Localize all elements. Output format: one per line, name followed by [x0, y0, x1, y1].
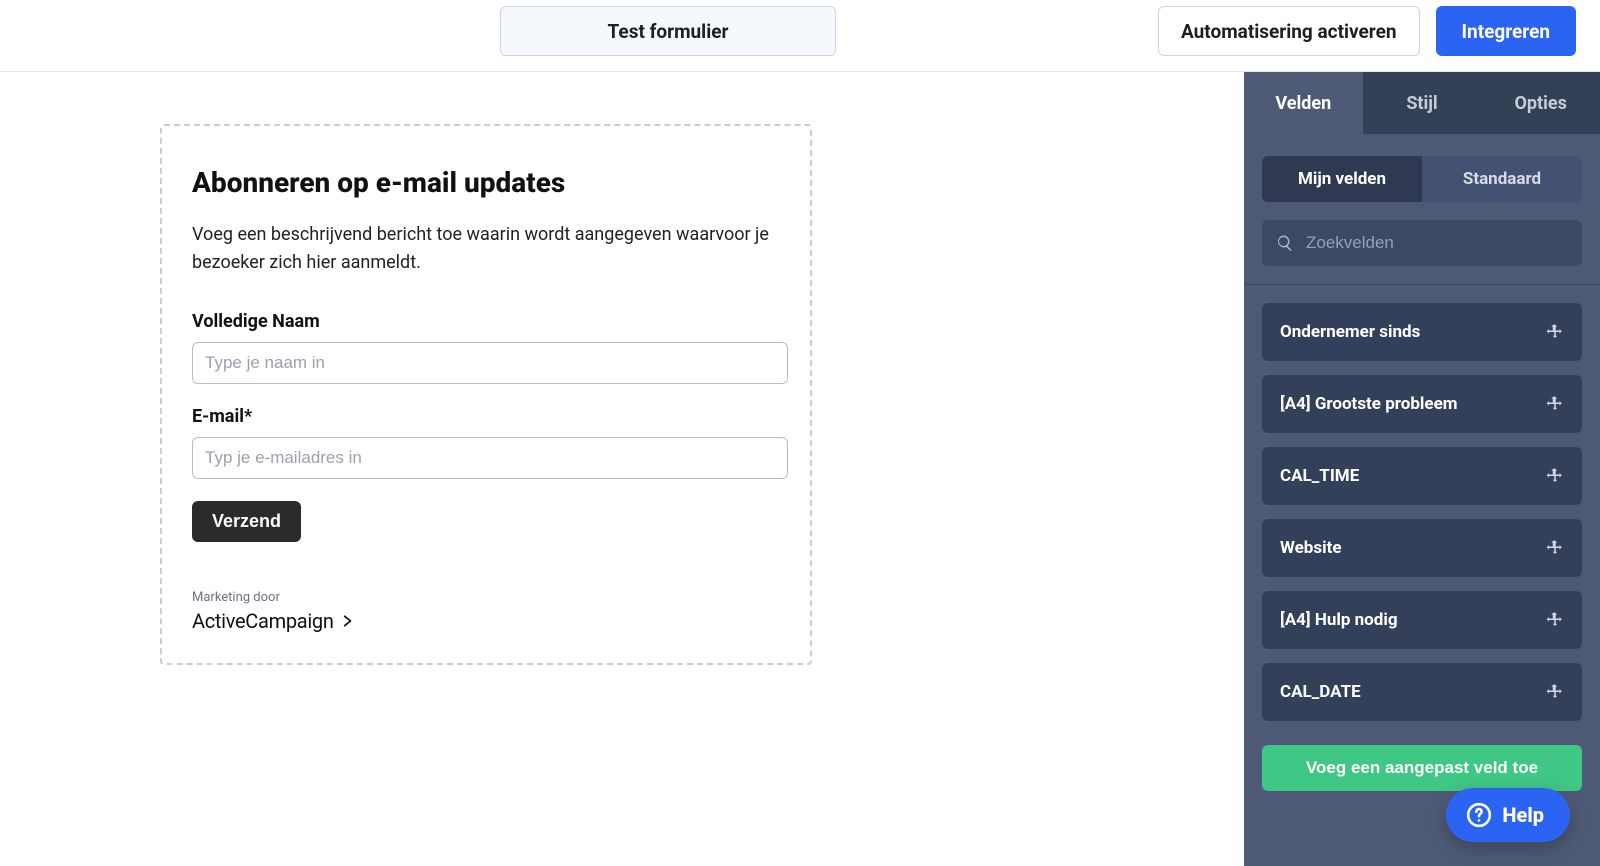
- move-icon: [1546, 539, 1564, 557]
- integrate-button[interactable]: Integreren: [1436, 6, 1577, 56]
- field-item-label: Ondernemer sinds: [1280, 322, 1420, 342]
- topbar: Test formulier Automatisering activeren …: [0, 0, 1600, 72]
- available-fields-list: Ondernemer sinds [A4] Grootste probleem …: [1244, 303, 1600, 721]
- email-input[interactable]: [192, 437, 788, 479]
- field-item-label: CAL_DATE: [1280, 682, 1361, 702]
- field-email[interactable]: E-mail*: [192, 406, 780, 479]
- form-title[interactable]: Abonneren op e-mail updates: [192, 166, 780, 199]
- sidebar-panel: Mijn velden Standaard: [1244, 134, 1600, 303]
- field-item-label: CAL_TIME: [1280, 466, 1359, 486]
- field-item[interactable]: [A4] Grootste probleem: [1262, 375, 1582, 433]
- field-label-fullname: Volledige Naam: [192, 311, 780, 332]
- field-item-label: Website: [1280, 538, 1342, 558]
- topbar-right-actions: Automatisering activeren Integreren: [1158, 6, 1576, 56]
- field-label-email: E-mail*: [192, 406, 780, 427]
- tab-style[interactable]: Stijl: [1363, 72, 1482, 134]
- divider: [1244, 284, 1600, 285]
- tab-fields[interactable]: Velden: [1244, 72, 1363, 134]
- field-item[interactable]: CAL_DATE: [1262, 663, 1582, 721]
- sidebar: Velden Stijl Opties Mijn velden Standaar…: [1244, 72, 1600, 866]
- submit-button[interactable]: Verzend: [192, 501, 301, 542]
- tab-options[interactable]: Opties: [1481, 72, 1600, 134]
- help-button[interactable]: Help: [1446, 788, 1570, 842]
- help-icon: [1466, 802, 1492, 828]
- form-card[interactable]: Abonneren op e-mail updates Voeg een bes…: [160, 124, 812, 665]
- sidebar-tabs: Velden Stijl Opties: [1244, 72, 1600, 134]
- form-canvas: Abonneren op e-mail updates Voeg een bes…: [0, 72, 1244, 866]
- search-icon: [1276, 234, 1294, 252]
- field-item[interactable]: [A4] Hulp nodig: [1262, 591, 1582, 649]
- move-icon: [1546, 323, 1564, 341]
- chevron-right-icon: [340, 614, 354, 628]
- help-label: Help: [1502, 803, 1544, 827]
- field-fullname[interactable]: Volledige Naam: [192, 311, 780, 384]
- field-item[interactable]: Website: [1262, 519, 1582, 577]
- field-item[interactable]: CAL_TIME: [1262, 447, 1582, 505]
- test-form-button[interactable]: Test formulier: [500, 6, 836, 56]
- search-fields-input[interactable]: [1262, 220, 1582, 266]
- form-description[interactable]: Voeg een beschrijvend bericht toe waarin…: [192, 221, 780, 277]
- brand-activecampaign[interactable]: ActiveCampaign: [192, 609, 780, 633]
- add-custom-field-button[interactable]: Voeg een aangepast veld toe: [1262, 745, 1582, 791]
- segment-standard[interactable]: Standaard: [1422, 156, 1582, 202]
- move-icon: [1546, 683, 1564, 701]
- field-item[interactable]: Ondernemer sinds: [1262, 303, 1582, 361]
- move-icon: [1546, 395, 1564, 413]
- field-source-segment: Mijn velden Standaard: [1262, 156, 1582, 202]
- move-icon: [1546, 611, 1564, 629]
- move-icon: [1546, 467, 1564, 485]
- search-field-wrap: [1262, 220, 1582, 266]
- marketing-by-label: Marketing door: [192, 590, 780, 605]
- activate-automation-button[interactable]: Automatisering activeren: [1158, 6, 1420, 56]
- brand-text: ActiveCampaign: [192, 609, 334, 633]
- field-item-label: [A4] Hulp nodig: [1280, 610, 1398, 630]
- field-item-label: [A4] Grootste probleem: [1280, 394, 1457, 414]
- fullname-input[interactable]: [192, 342, 788, 384]
- segment-my-fields[interactable]: Mijn velden: [1262, 156, 1422, 202]
- marketing-by-block: Marketing door ActiveCampaign: [192, 590, 780, 633]
